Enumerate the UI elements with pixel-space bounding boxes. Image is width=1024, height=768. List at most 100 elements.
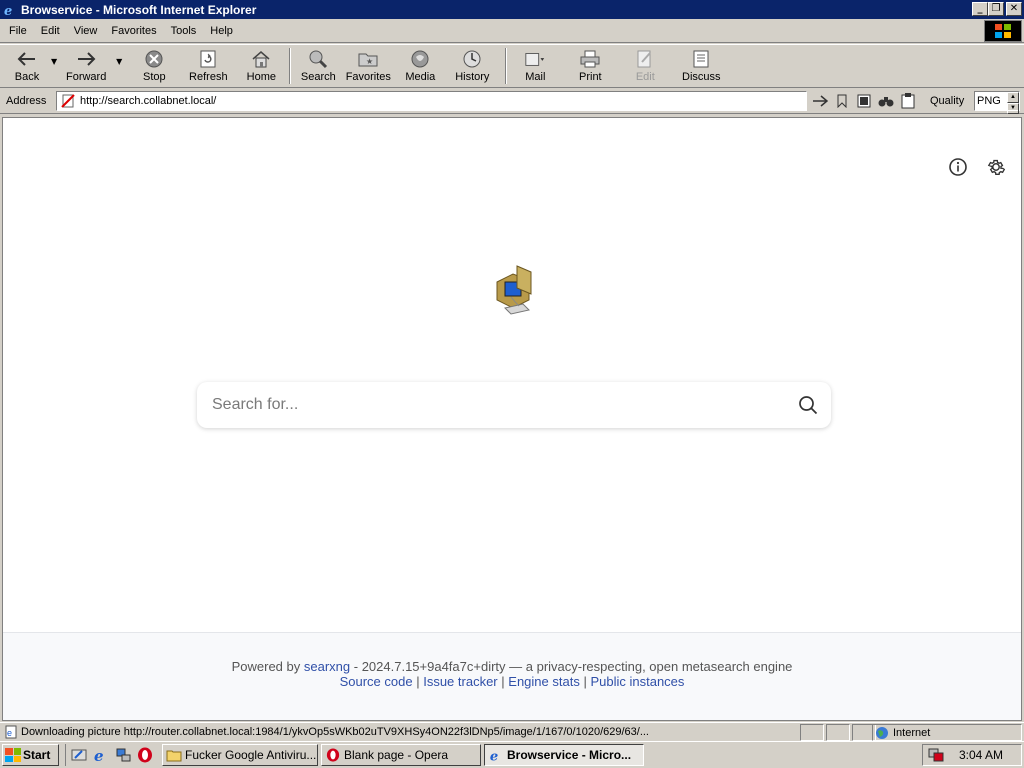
status-bar: e Downloading picture http://router.coll… (0, 722, 1024, 741)
quality-select[interactable]: PNG ▲ ▼ (974, 91, 1020, 114)
page-footer: Powered by searxng - 2024.7.15+9a4fa7c+d… (3, 632, 1021, 720)
status-pane (826, 724, 850, 741)
address-label: Address (6, 95, 47, 107)
mail-label: Mail (525, 71, 546, 83)
engine-stats-link[interactable]: Engine stats (508, 674, 580, 689)
internet-globe-icon (875, 726, 889, 740)
stop-icon (143, 49, 165, 69)
task-antivirus-folder[interactable]: Fucker Google Antiviru... (162, 744, 318, 766)
stop-button[interactable]: Stop (130, 46, 178, 86)
search-toolbar-button[interactable]: Search (296, 46, 340, 86)
search-globe-icon (307, 49, 329, 69)
status-pane (800, 724, 824, 741)
minimize-button[interactable]: _ (972, 2, 988, 16)
home-icon (250, 49, 272, 69)
link-separator: | (416, 674, 420, 689)
ie-icon: e (488, 747, 504, 763)
tray-app-icon[interactable] (927, 747, 945, 763)
forward-dropdown-icon[interactable]: ▼ (116, 57, 122, 66)
svg-text:e: e (94, 747, 104, 763)
task-opera[interactable]: Blank page - Opera (321, 744, 481, 766)
address-field[interactable]: http://search.collabnet.local/ (56, 91, 807, 111)
clipboard-icon[interactable] (899, 93, 917, 109)
forward-button[interactable]: Forward (57, 46, 115, 86)
issue-tracker-link[interactable]: Issue tracker (423, 674, 497, 689)
home-button[interactable]: Home (238, 46, 284, 86)
window-titlebar[interactable]: e Browservice - Microsoft Internet Explo… (0, 0, 1024, 19)
svg-text:e: e (490, 749, 498, 762)
search-box (197, 382, 831, 428)
status-text: Downloading picture http://router.collab… (21, 726, 649, 738)
system-tray: 3:04 AM (922, 744, 1022, 766)
computer-logo-icon (491, 264, 537, 316)
window-title: Browservice - Microsoft Internet Explore… (21, 2, 257, 17)
bookmark-icon[interactable] (833, 93, 851, 109)
media-icon (409, 49, 431, 69)
printer-icon (579, 49, 601, 69)
footer-links: Source code | Issue tracker | Engine sta… (3, 674, 1021, 689)
discuss-icon (690, 49, 712, 69)
refresh-button[interactable]: Refresh (182, 46, 234, 86)
search-input[interactable] (197, 383, 785, 427)
security-zone[interactable]: Internet (872, 724, 1022, 741)
close-button[interactable]: ✕ (1006, 2, 1022, 16)
maximize-button[interactable]: ❐ (988, 2, 1004, 16)
taskbar: Start e Fucker Google Antiviru... Blank … (0, 741, 1024, 768)
search-submit-button[interactable] (785, 383, 831, 427)
mail-button[interactable]: Mail (512, 46, 558, 86)
go-arrow-icon[interactable] (811, 93, 829, 109)
menu-view[interactable]: View (67, 25, 105, 37)
searxng-link[interactable]: searxng (304, 659, 350, 674)
network-icon[interactable] (114, 746, 132, 764)
source-code-link[interactable]: Source code (340, 674, 413, 689)
svg-text:★: ★ (366, 57, 373, 66)
opera-icon[interactable] (136, 746, 154, 764)
back-button[interactable]: Back (4, 46, 50, 86)
media-button[interactable]: Media (396, 46, 444, 86)
windows-flag-icon (5, 748, 21, 762)
edit-button[interactable]: Edit (620, 46, 670, 86)
page-broken-icon (60, 93, 76, 109)
menu-tools[interactable]: Tools (164, 25, 204, 37)
ie-logo-icon: e (2, 2, 18, 18)
opera-icon (325, 747, 341, 763)
discuss-label: Discuss (682, 71, 721, 83)
start-label: Start (23, 748, 51, 762)
discuss-button[interactable]: Discuss (674, 46, 728, 86)
page-loading-icon: e (3, 724, 19, 740)
powered-by-text: Powered by (231, 659, 301, 674)
mail-icon (524, 49, 546, 69)
start-button[interactable]: Start (2, 744, 59, 766)
back-label: Back (14, 71, 40, 83)
history-button[interactable]: History (444, 46, 500, 86)
svg-text:e: e (4, 4, 12, 17)
menu-edit[interactable]: Edit (34, 25, 67, 37)
public-instances-link[interactable]: Public instances (590, 674, 684, 689)
footer-powered-line: Powered by searxng - 2024.7.15+9a4fa7c+d… (3, 659, 1021, 674)
page-content: Powered by searxng - 2024.7.15+9a4fa7c+d… (2, 117, 1022, 721)
task-browservice[interactable]: e Browservice - Micro... (484, 744, 644, 766)
windows-logo-throbber-icon (984, 20, 1022, 42)
refresh-label: Refresh (189, 71, 228, 83)
favorites-label: Favorites (345, 71, 391, 83)
menu-favorites[interactable]: Favorites (104, 25, 163, 37)
print-button[interactable]: Print (562, 46, 618, 86)
menu-help[interactable]: Help (203, 25, 240, 37)
binoculars-icon[interactable] (877, 93, 895, 109)
quality-label: Quality (930, 95, 965, 107)
window-icon[interactable] (855, 93, 873, 109)
ie-quicklaunch-icon[interactable]: e (92, 746, 110, 764)
forward-label: Forward (65, 71, 107, 83)
quality-spinner[interactable]: ▲ ▼ (1007, 92, 1019, 114)
favorites-button[interactable]: ★ Favorites (340, 46, 396, 86)
menu-file[interactable]: File (0, 25, 34, 37)
edit-page-icon (634, 49, 656, 69)
back-arrow-icon (16, 49, 38, 69)
show-desktop-icon[interactable] (70, 746, 88, 764)
history-icon (461, 49, 483, 69)
clock[interactable]: 3:04 AM (959, 748, 1003, 762)
address-url: http://search.collabnet.local/ (80, 95, 217, 107)
info-icon[interactable] (947, 156, 969, 178)
settings-gear-icon[interactable] (985, 156, 1007, 178)
toolbar-separator (505, 48, 508, 84)
